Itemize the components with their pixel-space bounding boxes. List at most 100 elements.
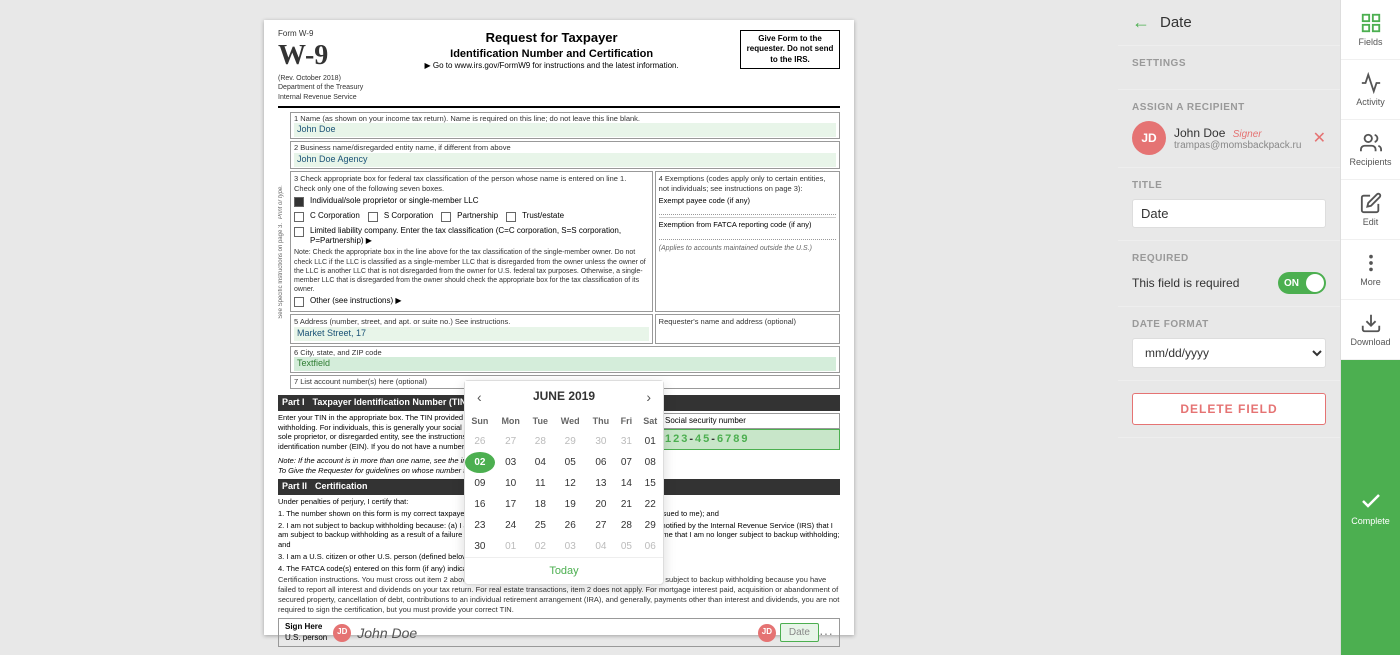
- field3-label: 3 Check appropriate box for federal tax …: [294, 174, 649, 194]
- field5-label: 5 Address (number, street, and apt. or s…: [294, 317, 649, 327]
- cal-today-button[interactable]: Today: [465, 557, 663, 584]
- cal-day[interactable]: 23: [465, 515, 495, 536]
- cal-day[interactable]: 11: [527, 473, 554, 494]
- cal-day[interactable]: 06: [586, 452, 615, 473]
- cal-day[interactable]: 21: [615, 494, 637, 515]
- icon-bar-edit[interactable]: Edit: [1341, 180, 1400, 240]
- cal-day[interactable]: 04: [527, 452, 554, 473]
- title-input[interactable]: [1132, 199, 1326, 228]
- recipient-row: JD John Doe Signer trampas@momsbackpack.…: [1132, 121, 1326, 155]
- specific-label: See Specific Instructions on page 3.: [278, 223, 290, 319]
- cal-day[interactable]: 05: [615, 536, 637, 557]
- cal-day[interactable]: 20: [586, 494, 615, 515]
- remove-recipient-button[interactable]: ✕: [1313, 128, 1326, 148]
- cal-day[interactable]: 28: [527, 431, 554, 452]
- toggle-knob: [1306, 274, 1324, 292]
- fields-label: Fields: [1358, 37, 1382, 47]
- other-checkbox[interactable]: [294, 297, 304, 307]
- date-field-inline[interactable]: Date: [780, 623, 819, 642]
- back-button[interactable]: ←: [1132, 12, 1150, 33]
- cal-day[interactable]: 15: [637, 473, 663, 494]
- cal-day[interactable]: 04: [586, 536, 615, 557]
- cal-day[interactable]: 14: [615, 473, 637, 494]
- cal-day[interactable]: 26: [554, 515, 586, 536]
- ccorp-row: C Corporation: [294, 211, 360, 222]
- ssn-d3: 3: [681, 432, 687, 446]
- form-title-line1: Request for Taxpayer: [363, 30, 740, 47]
- cal-day[interactable]: 25: [527, 515, 554, 536]
- cal-day[interactable]: 02: [527, 536, 554, 557]
- recipient-role: Signer: [1233, 129, 1262, 140]
- cal-day[interactable]: 29: [637, 515, 663, 536]
- cal-day[interactable]: 27: [586, 515, 615, 536]
- delete-field-button[interactable]: DELETE FIELD: [1132, 393, 1326, 425]
- form-header: Form W-9 W-9 (Rev. October 2018) Departm…: [278, 30, 840, 108]
- recipient-email: trampas@momsbackpack.ru: [1174, 140, 1305, 151]
- cal-day[interactable]: 10: [495, 473, 527, 494]
- cal-day[interactable]: 17: [495, 494, 527, 515]
- cal-day[interactable]: 06: [637, 536, 663, 557]
- llc-checkbox[interactable]: [294, 227, 304, 237]
- cal-day[interactable]: 30: [465, 536, 495, 557]
- cal-day[interactable]: 18: [527, 494, 554, 515]
- field6-input[interactable]: Textfield: [294, 357, 836, 371]
- panel-header: ← Date: [1118, 0, 1340, 46]
- icon-bar-more[interactable]: More: [1341, 240, 1400, 300]
- date-format-select[interactable]: mm/dd/yyyy dd/mm/yyyy yyyy/mm/dd: [1132, 338, 1326, 368]
- icon-bar-activity[interactable]: Activity: [1341, 60, 1400, 120]
- recipient-info: John Doe Signer trampas@momsbackpack.ru: [1174, 126, 1305, 151]
- cal-next-button[interactable]: ›: [646, 389, 651, 405]
- cal-day[interactable]: 12: [554, 473, 586, 494]
- required-toggle[interactable]: ON: [1278, 272, 1326, 294]
- icon-bar-complete[interactable]: Complete: [1341, 360, 1400, 655]
- cal-day[interactable]: 19: [554, 494, 586, 515]
- fatca-label: Exemption from FATCA reporting code (if …: [659, 220, 836, 230]
- cal-day[interactable]: 01: [495, 536, 527, 557]
- field2-input[interactable]: John Doe Agency: [294, 153, 836, 167]
- individual-checkbox[interactable]: [294, 197, 304, 207]
- cal-day[interactable]: 08: [637, 452, 663, 473]
- signature-value: John Doe: [357, 624, 417, 642]
- toggle-label: ON: [1284, 278, 1299, 289]
- cal-day[interactable]: 03: [554, 536, 586, 557]
- cal-day[interactable]: 16: [465, 494, 495, 515]
- field5-container: 5 Address (number, street, and apt. or s…: [290, 314, 653, 344]
- cal-day[interactable]: 31: [615, 431, 637, 452]
- required-text: This field is required: [1132, 276, 1239, 290]
- partnership-row: Partnership: [441, 211, 498, 222]
- cal-day[interactable]: 26: [465, 431, 495, 452]
- cal-day[interactable]: 13: [586, 473, 615, 494]
- icon-bar-download[interactable]: Download: [1341, 300, 1400, 360]
- exempt-payee: Exempt payee code (if any): [659, 194, 836, 219]
- icon-bar-recipients[interactable]: Recipients: [1341, 120, 1400, 180]
- assign-recipient-label: ASSIGN A RECIPIENT: [1132, 102, 1326, 113]
- part2-id: Part II: [282, 481, 307, 493]
- cal-day[interactable]: 09: [465, 473, 495, 494]
- icon-bar-fields[interactable]: Fields: [1341, 0, 1400, 60]
- icon-bar: Fields Activity Recipients Edit: [1340, 0, 1400, 655]
- trust-row: Trust/estate: [506, 211, 564, 222]
- field1-input[interactable]: John Doe: [294, 123, 836, 137]
- cal-day[interactable]: 01: [637, 431, 663, 452]
- cal-day[interactable]: 07: [615, 452, 637, 473]
- ccorp-checkbox[interactable]: [294, 212, 304, 222]
- cal-day[interactable]: 30: [586, 431, 615, 452]
- cal-day[interactable]: 24: [495, 515, 527, 536]
- cal-day[interactable]: 28: [615, 515, 637, 536]
- partnership-checkbox[interactable]: [441, 212, 451, 222]
- more-icon: [1360, 252, 1382, 274]
- trust-checkbox[interactable]: [506, 212, 516, 222]
- settings-label: SETTINGS: [1132, 58, 1326, 69]
- form-rev: (Rev. October 2018): [278, 74, 363, 83]
- more-dots-icon[interactable]: ···: [819, 624, 833, 642]
- cal-day[interactable]: 03: [495, 452, 527, 473]
- cal-day[interactable]: 05: [554, 452, 586, 473]
- field5-input[interactable]: Market Street, 17: [294, 327, 649, 341]
- cal-day[interactable]: 22: [637, 494, 663, 515]
- scorp-checkbox[interactable]: [368, 212, 378, 222]
- cal-day[interactable]: 29: [554, 431, 586, 452]
- cal-day[interactable]: 02: [465, 452, 495, 473]
- fatca-exempt: Exemption from FATCA reporting code (if …: [659, 218, 836, 242]
- cal-prev-button[interactable]: ‹: [477, 389, 482, 405]
- cal-day[interactable]: 27: [495, 431, 527, 452]
